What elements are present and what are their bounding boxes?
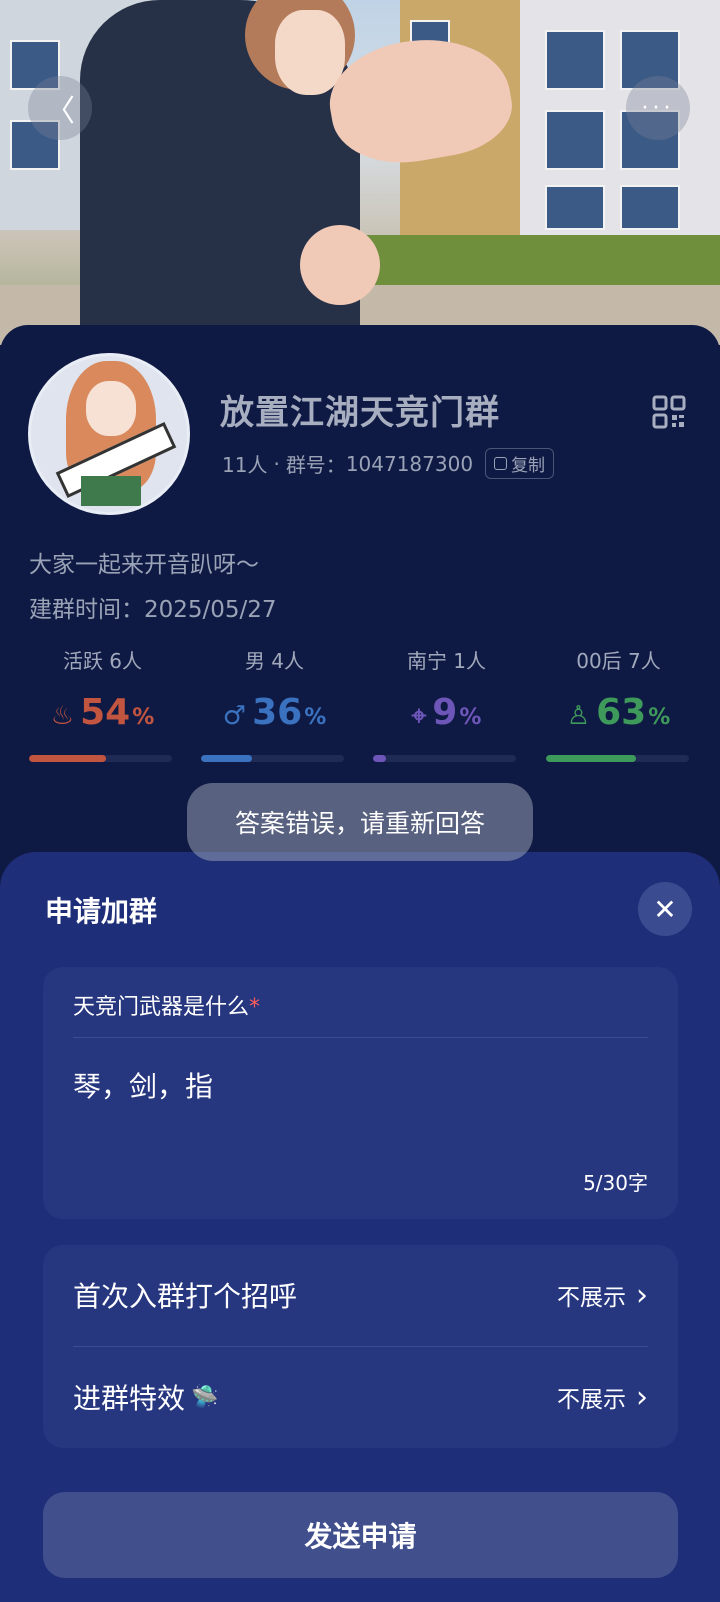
stat-value: ⌖ 9% [374, 692, 519, 733]
more-dots-icon: ··· [641, 95, 675, 121]
meta-separator: · [273, 451, 280, 476]
stat-progress-fill [29, 755, 107, 762]
divider [73, 1037, 648, 1038]
close-icon: ✕ [653, 892, 677, 926]
stat-progress-fill [546, 755, 637, 762]
created-date: 2025/05/27 [144, 597, 277, 623]
stat-age: 00后 7人 ♙ 63% [546, 645, 691, 733]
stat-value: ♨ 54% [30, 692, 175, 733]
stat-number: 9 [432, 692, 458, 733]
join-request-sheet: 申请加群 ✕ 天竞门武器是什么* 5/30字 首次入群打个招呼 不展示 › 进群… [0, 852, 720, 1602]
stat-label: 南宁 1人 [406, 649, 487, 673]
back-button[interactable]: 〈 [28, 76, 92, 140]
stat-progress-bar [546, 755, 689, 762]
stat-progress-bar [201, 755, 344, 762]
chevron-right-icon: › [636, 1277, 648, 1313]
group-created: 建群时间：2025/05/27 [29, 590, 277, 624]
member-count: 11人 [222, 453, 268, 477]
copy-label: 复制 [511, 456, 546, 476]
stat-label: 00后 7人 [576, 649, 661, 673]
sheet-title: 申请加群 [45, 895, 158, 928]
stat-value: ♙ 63% [546, 692, 691, 733]
stat-progress-fill [201, 755, 253, 762]
stat-active: 活跃 6人 ♨ 54% [30, 645, 175, 733]
effect-icon: 🛸 [191, 1384, 219, 1410]
window [545, 185, 605, 230]
group-description: 大家一起来开音趴呀～ [29, 552, 259, 578]
option-value: 不展示 › [557, 1278, 648, 1313]
window [545, 110, 605, 170]
group-id-label: 群号： [285, 453, 346, 477]
error-toast: 答案错误，请重新回答 [187, 783, 533, 861]
avatar-skirt [81, 476, 141, 506]
answer-input[interactable] [73, 1055, 648, 1115]
stat-value: ♂ 36% [202, 692, 347, 733]
stat-male: 男 4人 ♂ 36% [202, 645, 347, 733]
question-text: 天竞门武器是什么 [73, 995, 250, 1020]
chevron-left-icon: 〈 [45, 94, 75, 129]
question-card: 天竞门武器是什么* 5/30字 [43, 967, 678, 1219]
send-request-button[interactable]: 发送申请 [43, 1492, 678, 1578]
option-value-text: 不展示 [557, 1285, 626, 1311]
stat-label: 活跃 6人 [62, 649, 143, 673]
stat-progress-fill [373, 755, 386, 762]
stat-label: 男 4人 [244, 649, 305, 673]
group-info-card: 放置江湖天竞门群 11人 · 群号： 1047187300 复制 大家一起来开音… [0, 325, 720, 810]
group-avatar[interactable] [28, 353, 190, 515]
window [620, 185, 680, 230]
question-label: 天竞门武器是什么* [73, 989, 260, 1021]
person-icon: ♙ [566, 701, 591, 731]
character-hand [300, 225, 380, 305]
more-button[interactable]: ··· [626, 76, 690, 140]
stat-progress-bar [29, 755, 172, 762]
chevron-right-icon: › [636, 1379, 648, 1415]
group-name: 放置江湖天竞门群 [220, 393, 500, 433]
option-label: 进群特效 🛸 [73, 1377, 218, 1417]
male-icon: ♂ [222, 701, 247, 731]
group-meta: 11人 · 群号： 1047187300 复制 [222, 448, 555, 479]
avatar-face [86, 381, 136, 436]
window [545, 30, 605, 90]
greeting-option-row[interactable]: 首次入群打个招呼 不展示 › [73, 1245, 648, 1345]
group-cover-image [0, 0, 720, 345]
group-stats: 活跃 6人 ♨ 54% 男 4人 ♂ 36% 南宁 1人 ⌖ 9% 00后 7人… [0, 645, 720, 765]
flame-icon: ♨ [50, 701, 75, 731]
option-label: 首次入群打个招呼 [73, 1280, 298, 1313]
qr-code-icon[interactable] [652, 395, 686, 429]
stat-number: 63 [596, 692, 647, 733]
stat-unit: % [648, 705, 671, 730]
location-icon: ⌖ [411, 701, 427, 731]
copy-button[interactable]: 复制 [485, 448, 555, 479]
option-value: 不展示 › [557, 1380, 648, 1415]
options-card: 首次入群打个招呼 不展示 › 进群特效 🛸 不展示 › [43, 1245, 678, 1448]
join-effect-option-row[interactable]: 进群特效 🛸 不展示 › [73, 1347, 648, 1447]
copy-icon [494, 457, 508, 470]
stat-number: 54 [80, 692, 131, 733]
stat-number: 36 [252, 692, 303, 733]
stat-unit: % [132, 705, 155, 730]
close-button[interactable]: ✕ [638, 882, 692, 936]
char-count: 5/30字 [583, 1171, 648, 1195]
option-label-text: 进群特效 [73, 1382, 186, 1415]
required-mark: * [249, 995, 261, 1020]
group-id: 1047187300 [345, 451, 474, 476]
stat-progress-bar [373, 755, 516, 762]
stat-unit: % [459, 705, 482, 730]
stat-unit: % [304, 705, 327, 730]
stat-location: 南宁 1人 ⌖ 9% [374, 645, 519, 733]
option-value-text: 不展示 [557, 1387, 626, 1413]
created-label: 建群时间： [29, 597, 144, 623]
